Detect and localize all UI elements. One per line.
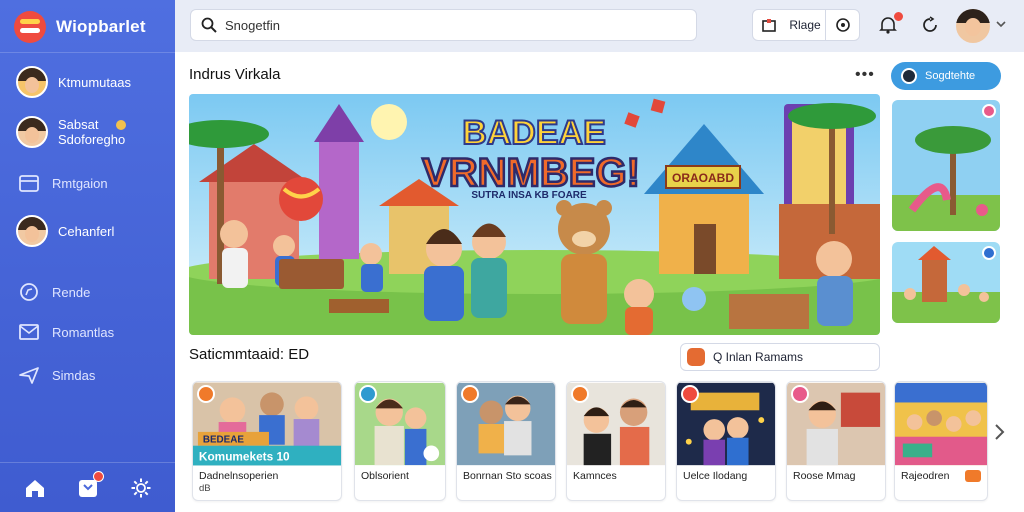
card-label: Dadnelnsoperien (199, 470, 279, 482)
search-value: Snogetfin (225, 17, 280, 33)
search-input[interactable]: Snogetfin (190, 9, 697, 41)
search-icon (201, 17, 217, 33)
target-icon[interactable] (825, 10, 859, 40)
card-2[interactable]: Oblsorient (354, 381, 446, 501)
card-image (895, 382, 987, 466)
sidebar-item-label: Ktmumutaas (58, 74, 131, 90)
card-image: BEDEAE Komumekets 10 (193, 382, 341, 466)
page-button[interactable]: Rlage (785, 10, 825, 40)
brand-logo (14, 11, 46, 43)
action-button[interactable]: Sogdtehte (891, 62, 1001, 90)
card-4[interactable]: Kamnces (566, 381, 666, 501)
card-carousel: BEDEAE Komumekets 10 Dadnelnsoperien dB … (192, 381, 992, 501)
send-icon (16, 362, 42, 388)
status-badge (461, 385, 479, 403)
hero-subtitle: SUTRA INSA KB FOARE (471, 190, 587, 201)
hero-title-line2: VRNMBEG! (422, 151, 640, 195)
status-badge (965, 470, 981, 482)
status-badge (571, 385, 589, 403)
card-label: Kamnces (573, 470, 617, 482)
sidebar-item-label: Romantlas (52, 324, 115, 340)
card-label: Rajeodren (901, 470, 950, 482)
brand-name: Wiopbarlet (56, 17, 146, 36)
sidebar: Wiopbarlet Ktmumutaas Sabsat Sdoforegho … (0, 0, 175, 512)
card-3[interactable]: Bonrnan Sto scoas (456, 381, 556, 501)
card-banner: Komumekets 10 (199, 450, 290, 464)
action-button-label: Sogdtehte (925, 70, 976, 82)
card-label: Bonrnan Sto scoas (463, 470, 552, 482)
refresh-icon[interactable] (918, 13, 942, 37)
avatar (16, 66, 48, 98)
topbar: Snogetfin Rlage (175, 0, 1024, 52)
main-panel: Indrus Virkala ••• Sogdtehte BADEAE VRNM… (175, 52, 1024, 512)
user-avatar[interactable] (956, 9, 990, 43)
filter-label: Q Inlan Ramams (713, 350, 804, 364)
sidebar-divider (0, 52, 175, 53)
card-5[interactable]: Uelce Ilodang (676, 381, 776, 501)
row-title: Saticmmtaaid: ED (189, 346, 310, 363)
status-badge (982, 104, 996, 118)
status-badge (982, 246, 996, 260)
sidebar-bottom-bar (0, 462, 175, 512)
card-sublabel: dB (199, 483, 211, 494)
calendar-icon (16, 170, 42, 196)
section-title: Indrus Virkala (189, 66, 281, 83)
inbox-icon[interactable] (74, 470, 104, 502)
sidebar-item-profile-2[interactable]: Sabsat Sdoforegho (16, 116, 126, 148)
compass-icon (16, 279, 42, 305)
hero-title-line1: BADEAE (462, 114, 606, 152)
chevron-down-icon[interactable] (996, 20, 1006, 28)
filter-icon (687, 348, 705, 366)
page-button-group: Rlage (752, 9, 860, 41)
sidebar-item-label: Rmtgaion (52, 175, 108, 191)
status-badge (681, 385, 699, 403)
status-badge (791, 385, 809, 403)
avatar (16, 116, 48, 148)
sidebar-item-profile-1[interactable]: Ktmumutaas (16, 66, 131, 98)
sidebar-item-label: Rende (52, 284, 91, 300)
filter-button[interactable]: Q Inlan Ramams (680, 343, 880, 371)
sidebar-item-sublabel: Sdoforegho (58, 132, 126, 147)
card-6[interactable]: Roose Mmag (786, 381, 886, 501)
thumbnail-image (892, 100, 1000, 231)
settings-icon[interactable] (127, 474, 155, 502)
mail-icon (16, 319, 42, 345)
chevron-right-icon[interactable] (993, 422, 1007, 442)
hero-sign: ORAOABD (672, 171, 734, 185)
card-label: Uelce Ilodang (683, 470, 748, 482)
more-options-icon[interactable]: ••• (855, 66, 875, 84)
sidebar-item-calendar[interactable]: Rmtgaion (16, 170, 108, 196)
side-thumbnail-2[interactable] (892, 242, 1000, 323)
card-7[interactable]: Rajeodren (894, 381, 988, 501)
card-label: Roose Mmag (793, 470, 856, 482)
sidebar-item-label: Simdas (52, 367, 96, 383)
avatar (16, 215, 48, 247)
notification-dot (893, 11, 904, 22)
status-badge (359, 385, 377, 403)
sidebar-item-send[interactable]: Simdas (16, 362, 95, 388)
home-icon[interactable] (21, 474, 49, 502)
store-icon[interactable] (753, 10, 785, 40)
card-banner-top: BEDEAE (203, 435, 245, 446)
status-badge (116, 120, 126, 130)
sidebar-item-messages[interactable]: Romantlas (16, 319, 114, 345)
side-thumbnail-1[interactable] (892, 100, 1000, 231)
sidebar-item-profile-3[interactable]: Cehanferl (16, 215, 114, 247)
card-label: Oblsorient (361, 470, 409, 482)
notification-dot (92, 470, 104, 482)
bell-icon[interactable] (876, 11, 904, 37)
card-1[interactable]: BEDEAE Komumekets 10 Dadnelnsoperien dB (192, 381, 342, 501)
brand[interactable]: Wiopbarlet (14, 10, 146, 44)
hero-illustration: BADEAE VRNMBEG! SUTRA INSA KB FOARE ORAO… (189, 94, 880, 335)
status-badge (197, 385, 215, 403)
sidebar-item-explore[interactable]: Rende (16, 279, 90, 305)
game-icon (901, 68, 917, 84)
sidebar-item-label: Cehanferl (58, 223, 115, 239)
hero-banner[interactable]: BADEAE VRNMBEG! SUTRA INSA KB FOARE ORAO… (189, 94, 880, 335)
